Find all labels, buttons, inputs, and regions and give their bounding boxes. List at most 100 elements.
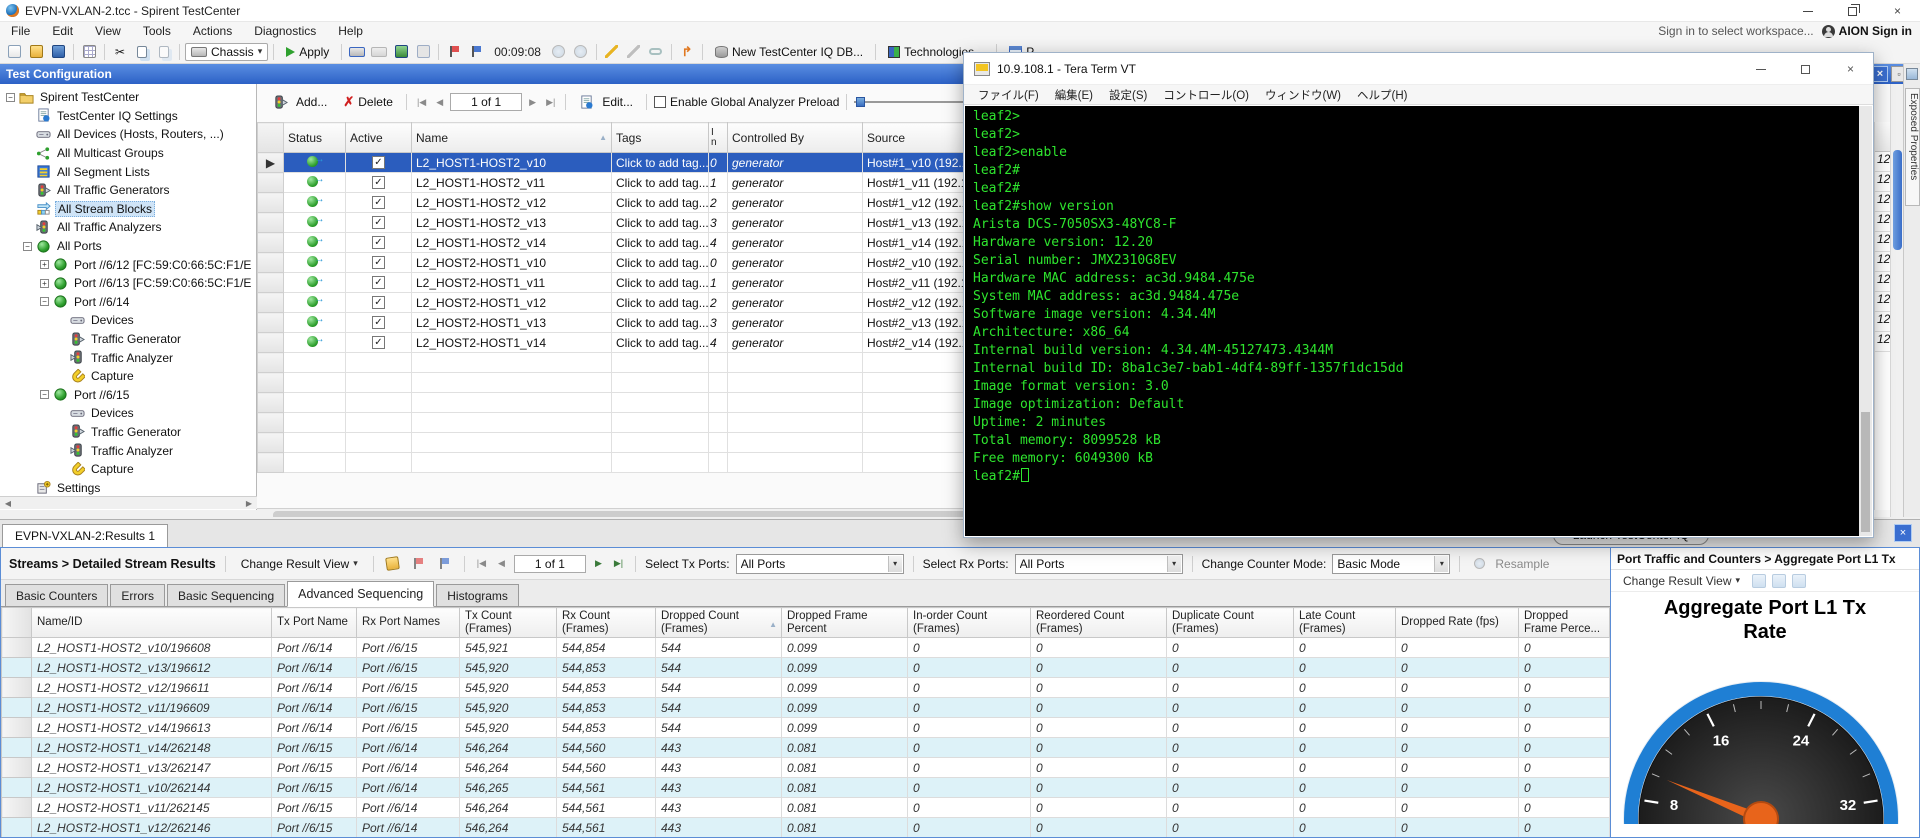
column-header-in[interactable]: In	[708, 122, 728, 153]
row-selector[interactable]	[257, 212, 284, 233]
results-row-selector[interactable]	[1, 677, 32, 698]
stop-traffic-button[interactable]	[466, 42, 486, 62]
active-checkbox[interactable]: ✓	[372, 216, 385, 229]
tags-cell[interactable]: Click to add tag...	[611, 332, 709, 353]
export-results-button[interactable]	[383, 554, 403, 574]
tree-item-traffic-generator[interactable]: Traffic Generator	[0, 330, 256, 349]
view-close-icon[interactable]: ×	[1872, 66, 1888, 82]
tree-item-testcenter-iq-settings[interactable]: TestCenter IQ Settings	[0, 107, 256, 126]
row-selector[interactable]	[257, 312, 284, 333]
row-selector[interactable]	[257, 252, 284, 273]
results-row[interactable]: L2_HOST2-HOST1_v14/262148 Port //6/15 Port…	[1, 737, 1610, 758]
preload-slider[interactable]	[854, 95, 971, 109]
last-page-button[interactable]: ▶|	[543, 97, 558, 108]
column-header-name[interactable]: Name ▲	[411, 122, 612, 153]
exposed-properties-tab[interactable]: Exposed Properties	[1905, 88, 1920, 206]
tab-errors[interactable]: Errors	[110, 584, 166, 606]
copy-button[interactable]	[132, 42, 152, 62]
results-column-header-rx-count[interactable]: Rx Count (Frames)	[556, 607, 656, 638]
tree-item-all-ports[interactable]: − All Ports	[0, 237, 256, 256]
results-column-header-dropped-rate-fps-[interactable]: Dropped Rate (fps)	[1395, 607, 1519, 638]
row-selector[interactable]: ▶	[257, 152, 284, 173]
results-column-header-rx-port-names[interactable]: Rx Port Names	[356, 607, 460, 638]
active-checkbox[interactable]: ✓	[372, 196, 385, 209]
menu-file[interactable]: File	[0, 22, 41, 40]
tags-cell[interactable]: Click to add tag...	[611, 212, 709, 233]
active-cell[interactable]: ✓	[345, 272, 412, 293]
terminal-menu-item[interactable]: コントロール(O)	[1155, 87, 1257, 103]
minimize-button[interactable]	[1785, 0, 1830, 22]
chassis-dropdown[interactable]: Chassis ▾	[185, 42, 269, 61]
wizard-button[interactable]	[602, 42, 622, 62]
first-page-button[interactable]: |◀	[414, 97, 429, 108]
redo-button[interactable]: ↱	[677, 42, 697, 62]
tags-cell[interactable]: Click to add tag...	[611, 232, 709, 253]
sequencer-button[interactable]	[79, 42, 99, 62]
active-cell[interactable]: ✓	[345, 232, 412, 253]
results-prev-page-button[interactable]: ◀	[495, 558, 508, 569]
results-row-selector[interactable]	[1, 657, 32, 678]
terminal-menu-item[interactable]: ウィンドウ(W)	[1257, 87, 1349, 103]
active-checkbox[interactable]: ✓	[372, 316, 385, 329]
tree-toggle-icon[interactable]: −	[6, 92, 15, 102]
tree-item-traffic-analyzer[interactable]: Traffic Analyzer	[0, 441, 256, 460]
results-next-page-button[interactable]: ▶	[592, 558, 605, 569]
close-button[interactable]: ×	[1875, 0, 1920, 22]
tree-item-all-devices-hosts-routers-[interactable]: All Devices (Hosts, Routers, ...)	[0, 125, 256, 144]
cut-button[interactable]: ✂	[110, 42, 130, 62]
connect-chassis-button[interactable]	[347, 42, 367, 62]
paste-button[interactable]	[154, 42, 174, 62]
results-row[interactable]: L2_HOST2-HOST1_v12/262146 Port //6/15 Port…	[1, 817, 1610, 837]
active-cell[interactable]: ✓	[345, 212, 412, 233]
terminal-screen[interactable]: leaf2> leaf2> leaf2>enable leaf2# leaf2# leaf…	[965, 106, 1859, 536]
results-column-header-tx-port-name[interactable]: Tx Port Name	[271, 607, 357, 638]
tab-advanced-sequencing[interactable]: Advanced Sequencing	[287, 581, 435, 607]
start-devices-button[interactable]	[549, 42, 569, 62]
add-stream-button[interactable]: Add...	[267, 94, 333, 111]
rx-ports-select[interactable]: All Ports ▾	[1014, 553, 1183, 574]
active-cell[interactable]: ✓	[345, 252, 412, 273]
restore-button[interactable]	[1830, 0, 1875, 22]
disconnect-chassis-button[interactable]	[369, 42, 389, 62]
active-checkbox[interactable]: ✓	[372, 276, 385, 289]
results-column-header-tx-count[interactable]: Tx Count (Frames)	[459, 607, 557, 638]
tree-toggle-icon[interactable]: +	[40, 260, 49, 270]
results-row[interactable]: L2_HOST2-HOST1_v11/262145 Port //6/15 Port…	[1, 797, 1610, 818]
next-page-button[interactable]: ▶	[526, 97, 539, 108]
results-row-selector[interactable]	[1, 797, 32, 818]
row-selector[interactable]	[257, 172, 284, 193]
active-cell[interactable]: ✓	[345, 152, 412, 173]
terminal-maximize-button[interactable]	[1783, 53, 1828, 85]
prev-page-button[interactable]: ◀	[433, 97, 446, 108]
chart-export-alt-button[interactable]	[435, 554, 455, 574]
results-last-page-button[interactable]: ▶|	[611, 558, 626, 569]
tree-item-port-6-14[interactable]: − Port //6/14	[0, 293, 256, 312]
tree-item-port-6-12-fc-59-c0-66-5c-f1-e[interactable]: + Port //6/12 [FC:59:C0:66:5C:F1/E	[0, 255, 256, 274]
terminal-menu-item[interactable]: 設定(S)	[1101, 87, 1155, 103]
terminal-menu-item[interactable]: ヘルプ(H)	[1349, 87, 1415, 103]
tree-toggle-icon[interactable]: −	[40, 297, 49, 307]
results-page-indicator[interactable]: 1 of 1	[513, 554, 586, 573]
tree-item-all-segment-lists[interactable]: All Segment Lists	[0, 162, 256, 181]
results-row-selector[interactable]	[1, 697, 32, 718]
results-document-tab[interactable]: EVPN-VXLAN-2:Results 1	[2, 524, 169, 547]
results-column-header-duplicate-count[interactable]: Duplicate Count (Frames)	[1166, 607, 1294, 638]
column-header-active[interactable]: Active	[345, 122, 412, 153]
results-row[interactable]: L2_HOST1-HOST2_v14/196613 Port //6/14 Port…	[1, 717, 1610, 738]
active-checkbox[interactable]: ✓	[372, 336, 385, 349]
results-column-header-dropped-count[interactable]: Dropped Count (Frames) ▲	[655, 607, 782, 638]
row-selector[interactable]	[257, 292, 284, 313]
results-first-page-button[interactable]: |◀	[474, 558, 489, 569]
tree-item-port-6-15[interactable]: − Port //6/15	[0, 386, 256, 405]
menu-edit[interactable]: Edit	[41, 22, 84, 40]
tab-basic-sequencing[interactable]: Basic Sequencing	[167, 584, 286, 606]
active-checkbox[interactable]: ✓	[372, 176, 385, 189]
delete-stream-button[interactable]: ✗ Delete	[337, 93, 399, 111]
tree-toggle-icon[interactable]: −	[23, 241, 32, 251]
results-column-header-late-count[interactable]: Late Count (Frames)	[1293, 607, 1396, 638]
tags-cell[interactable]: Click to add tag...	[611, 292, 709, 313]
menu-tools[interactable]: Tools	[132, 22, 182, 40]
active-checkbox[interactable]: ✓	[372, 256, 385, 269]
stop-devices-button[interactable]	[571, 42, 591, 62]
results-row-selector[interactable]	[1, 717, 32, 738]
